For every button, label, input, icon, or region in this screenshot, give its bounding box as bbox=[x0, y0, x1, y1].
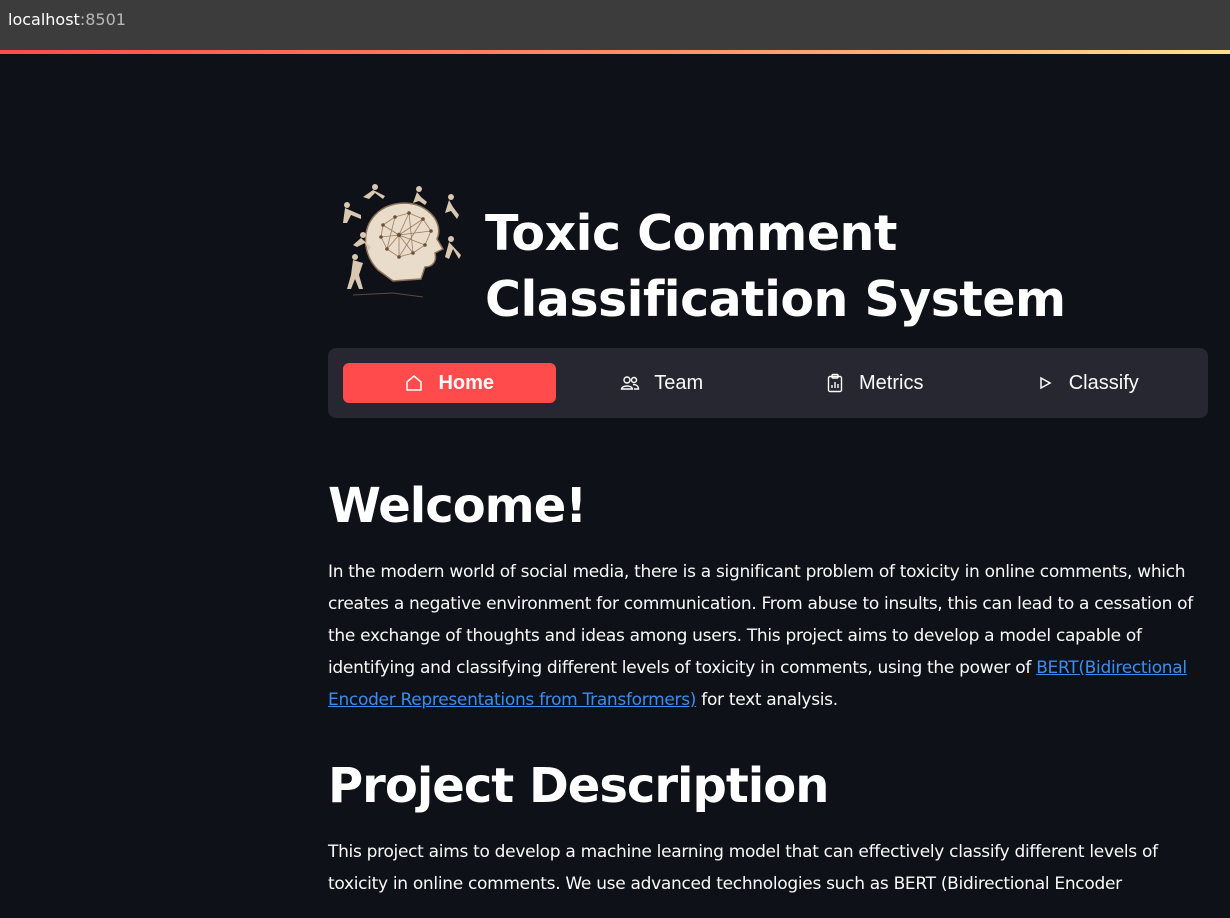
clipboard-chart-icon bbox=[827, 373, 843, 393]
brain-fighters-logo-icon bbox=[343, 184, 461, 298]
browser-url-bar[interactable]: localhost:8501 bbox=[0, 0, 1230, 50]
nav-item-label: Home bbox=[438, 371, 495, 394]
project-description-heading: Project Description bbox=[328, 758, 829, 814]
url-port: :8501 bbox=[79, 10, 126, 29]
welcome-text-end: for text analysis. bbox=[696, 690, 838, 710]
url-host: localhost bbox=[8, 10, 80, 29]
nav-item-label: Metrics bbox=[859, 371, 924, 394]
main-content: Welcome! In the modern world of social m… bbox=[328, 470, 1208, 900]
nav-item-label: Classify bbox=[1068, 371, 1139, 394]
app-title: Toxic Comment Classification System bbox=[485, 205, 1066, 328]
main-nav-bar: Home Team Metrics Classify bbox=[328, 348, 1208, 418]
nav-item-metrics[interactable]: Metrics bbox=[768, 363, 981, 403]
nav-item-home[interactable]: Home bbox=[343, 363, 556, 403]
play-icon bbox=[1039, 376, 1052, 390]
home-icon bbox=[406, 375, 423, 391]
nav-item-label: Team bbox=[654, 371, 704, 394]
welcome-heading: Welcome! bbox=[328, 478, 587, 534]
app-top-decoration bbox=[0, 50, 1230, 54]
people-icon bbox=[621, 376, 640, 390]
nav-item-team[interactable]: Team bbox=[556, 363, 769, 403]
project-description-paragraph: This project aims to develop a machine l… bbox=[328, 842, 1158, 894]
app-header: Toxic Comment Classification System bbox=[328, 165, 1208, 340]
nav-item-classify[interactable]: Classify bbox=[981, 363, 1194, 403]
welcome-paragraph: In the modern world of social media, the… bbox=[328, 556, 1208, 716]
